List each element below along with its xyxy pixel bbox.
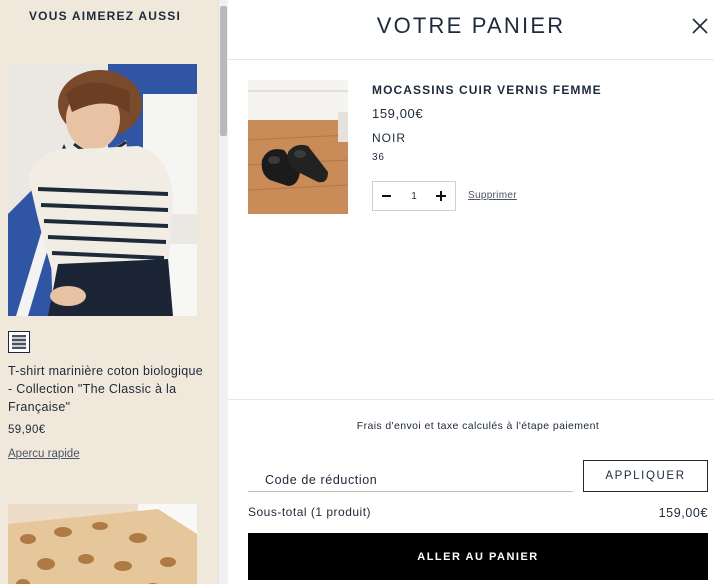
product-image[interactable]: [8, 64, 197, 316]
product-image-2[interactable]: [8, 504, 197, 584]
product-name[interactable]: T-shirt marinière coton biologique - Col…: [8, 362, 208, 416]
close-icon[interactable]: [690, 16, 710, 36]
scrollbar-thumb[interactable]: [220, 6, 227, 136]
quantity-value[interactable]: 1: [404, 191, 424, 202]
recommendations-panel: VOUS AIMEREZ AUSSI T-shirt marinière cot…: [0, 0, 218, 584]
quick-view-link[interactable]: Apercu rapide: [8, 448, 80, 460]
quantity-stepper: 1: [372, 181, 456, 211]
subtotal-value: 159,00€: [658, 506, 708, 520]
apply-promo-button[interactable]: APPLIQUER: [583, 460, 708, 492]
plus-icon[interactable]: [435, 190, 447, 202]
minus-icon[interactable]: [381, 190, 393, 202]
product-price: 59,90€: [8, 424, 46, 436]
divider: [228, 59, 714, 60]
divider: [228, 399, 714, 400]
cart-item-name[interactable]: MOCASSINS CUIR VERNIS FEMME: [372, 83, 602, 97]
loafers-photo: [248, 80, 348, 214]
shipping-note: Frais d'envoi et taxe calculés à l'étape…: [356, 420, 600, 432]
remove-item-link[interactable]: Supprimer: [468, 190, 517, 201]
recommendations-title: VOUS AIMEREZ AUSSI: [28, 9, 182, 23]
leopard-print-photo: [8, 504, 197, 584]
product-photo: [8, 64, 197, 316]
color-swatch[interactable]: [8, 331, 30, 353]
cart-item-image[interactable]: [248, 80, 348, 214]
striped-swatch-icon: [12, 335, 26, 349]
cart-drawer: VOTRE PANIER MOCASSINS CUIR VERNIS FEMME…: [228, 0, 714, 584]
go-to-cart-button[interactable]: ALLER AU PANIER: [248, 533, 708, 580]
promo-code-input[interactable]: [248, 468, 573, 492]
cart-title: VOTRE PANIER: [376, 13, 566, 38]
cart-item-size: 36: [372, 152, 385, 163]
cart-item-color: NOIR: [372, 131, 406, 145]
left-panel-scrollbar[interactable]: [218, 0, 228, 584]
subtotal-label: Sous-total (1 produit): [248, 505, 372, 519]
cart-item-price: 159,00€: [372, 106, 424, 121]
